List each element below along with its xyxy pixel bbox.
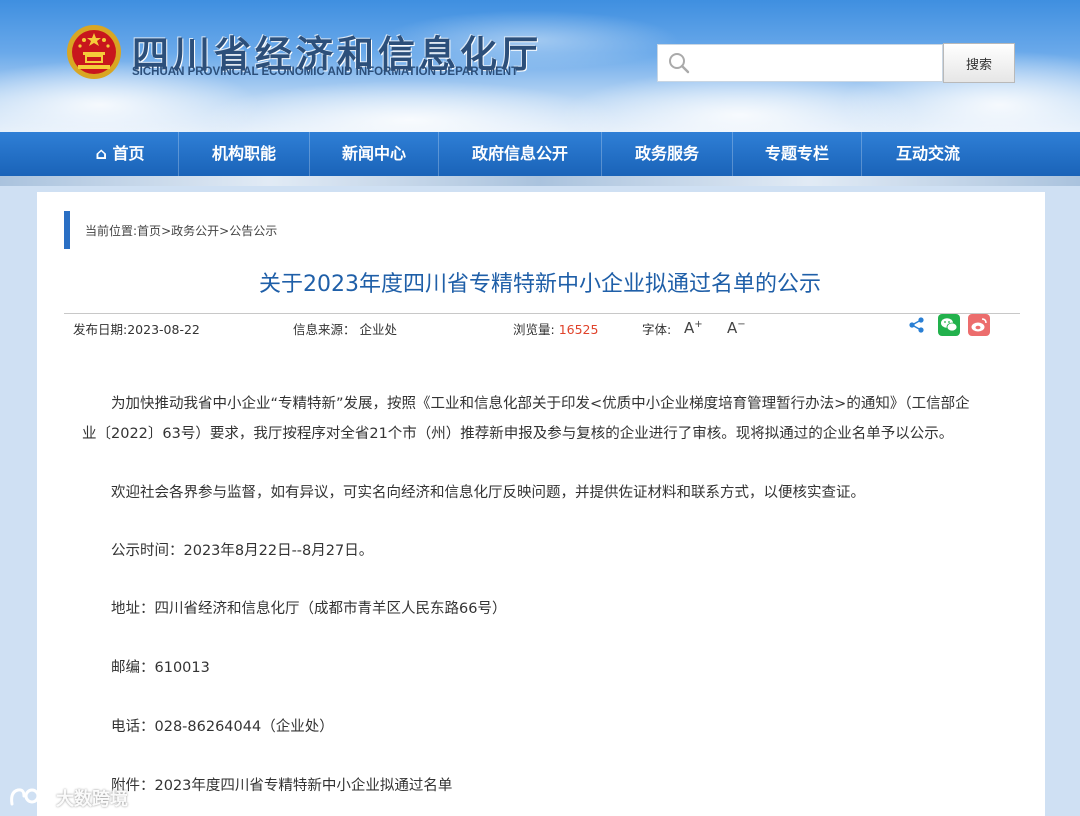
- watermark-logo-icon: [10, 788, 52, 806]
- paragraph-postcode: 邮编：610013: [111, 660, 210, 676]
- main-nav: ⌂ 首页 机构职能 新闻中心 政府信息公开 政务服务 专题专栏 互动交流: [0, 132, 1080, 176]
- breadcrumb-prefix: 当前位置:: [85, 224, 138, 238]
- site-title-english: SICHUAN PROVINCIAL ECONOMIC AND INFORMAT…: [132, 66, 519, 78]
- watermark-text: 大数跨境: [56, 789, 128, 810]
- nav-item-interaction[interactable]: 互动交流: [862, 132, 994, 176]
- nav-item-news[interactable]: 新闻中心: [310, 132, 438, 176]
- font-decrease-letter: A: [727, 319, 738, 337]
- publish-date: 发布日期:2023-08-22: [73, 322, 200, 337]
- paragraph-intro-line1: 为加快推动我省中小企业“专精特新”发展，按照《工业和信息化部关于印发<优质中小企…: [111, 396, 970, 412]
- search-button[interactable]: 搜索: [943, 43, 1015, 83]
- view-count-value: 16525: [558, 322, 599, 337]
- paragraph-period: 公示时间：2023年8月22日--8月27日。: [111, 543, 374, 559]
- paragraph-address: 地址：四川省经济和信息化厅（成都市青羊区人民东路66号）: [111, 601, 507, 617]
- nav-item-gov-info[interactable]: 政府信息公开: [439, 132, 601, 176]
- watermark: 大数跨境: [8, 782, 148, 812]
- weibo-icon[interactable]: [968, 314, 990, 336]
- breadcrumb-announcements-link[interactable]: 公告公示: [229, 222, 277, 239]
- national-emblem-icon: [67, 25, 121, 79]
- search-icon: [669, 53, 690, 74]
- breadcrumb-home-link[interactable]: 首页: [137, 222, 161, 239]
- paragraph-supervision: 欢迎社会各界参与监督，如有异议，可实名向经济和信息化厅反映问题，并提供佐证材料和…: [111, 485, 865, 501]
- breadcrumb-separator: >: [219, 224, 230, 238]
- breadcrumb-separator: >: [161, 224, 172, 238]
- nav-decoration: [0, 176, 1080, 186]
- view-count: 浏览量: 16525: [513, 319, 598, 338]
- nav-item-services[interactable]: 政务服务: [602, 132, 732, 176]
- view-count-label: 浏览量:: [513, 322, 559, 337]
- info-source: 信息来源： 企业处: [293, 322, 397, 337]
- paragraph-phone: 电话：028-86264044（企业处）: [111, 719, 334, 735]
- article-title: 关于2023年度四川省专精特新中小企业拟通过名单的公示: [259, 272, 821, 297]
- search-input[interactable]: [657, 44, 943, 82]
- share-icon[interactable]: [908, 316, 926, 334]
- meta-divider: [64, 313, 1020, 314]
- paragraph-attachment[interactable]: 附件：2023年度四川省专精特新中小企业拟通过名单: [111, 771, 452, 801]
- nav-item-functions[interactable]: 机构职能: [179, 132, 309, 176]
- font-increase-letter: A: [684, 319, 695, 337]
- wechat-icon[interactable]: [938, 314, 960, 336]
- nav-item-home[interactable]: ⌂ 首页: [62, 132, 178, 176]
- font-decrease-button[interactable]: A−: [727, 319, 746, 337]
- paragraph-intro-line2: 业〔2022〕63号）要求，我厅按程序对全省21个市（州）推荐新申报及参与复核的…: [82, 426, 954, 442]
- font-size-label: 字体:: [642, 322, 672, 337]
- nav-item-topics[interactable]: 专题专栏: [733, 132, 861, 176]
- breadcrumb-gov-open-link[interactable]: 政务公开: [171, 222, 219, 239]
- breadcrumb-accent-bar: [64, 211, 70, 249]
- site-title: 四川省经济和信息化厅: [132, 33, 542, 76]
- breadcrumb: 当前位置: 首页>政务公开>公告公示: [85, 222, 277, 239]
- font-increase-button[interactable]: A+: [684, 319, 703, 337]
